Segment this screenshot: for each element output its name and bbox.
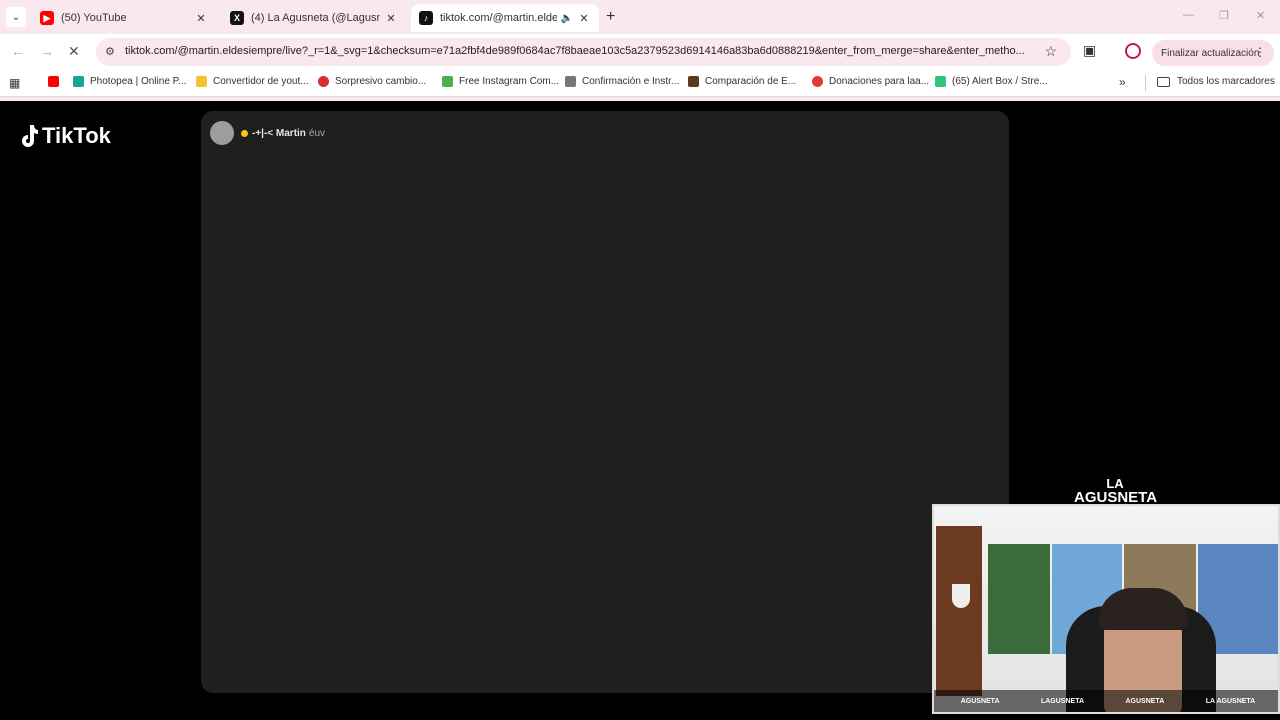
bookmark-label: Free Instagram Com... <box>459 76 560 87</box>
tiktok-logo-text: TikTok <box>42 123 111 148</box>
x-logo-icon: X <box>230 11 244 25</box>
tab-title: (50) YouTube <box>61 12 127 24</box>
stop-loading-icon[interactable]: ✕ <box>68 43 80 60</box>
back-icon[interactable]: ← <box>11 43 25 59</box>
tab-strip: ⌄ ▶ (50) YouTube ✕ X (4) La Agusneta (@L… <box>0 0 1280 34</box>
photopea-icon <box>73 76 84 87</box>
divider <box>1145 75 1146 91</box>
bookmark-free-instagram[interactable]: Free Instagram Com... <box>442 76 559 87</box>
youtube-icon <box>48 76 59 87</box>
bookmark-photopea[interactable]: Photopea | Online P... <box>73 76 186 87</box>
restore-icon[interactable]: ❐ <box>1219 9 1229 22</box>
host-avatar[interactable] <box>210 121 234 145</box>
minimize-icon[interactable]: — <box>1183 9 1194 21</box>
extensions-icon[interactable]: ▣ <box>1083 42 1096 59</box>
live-player[interactable]: -+|-< Martin éuv <box>201 111 1009 693</box>
kick-handle: AGUSNETA <box>1125 697 1165 705</box>
window-close-icon[interactable]: ✕ <box>1256 9 1265 22</box>
close-icon[interactable]: ✕ <box>194 12 208 25</box>
instagram-handle: AGUSNETA <box>960 697 1000 705</box>
tab-title: (4) La Agusneta (@Lagusneta) / <box>251 12 380 24</box>
more-bookmarks-icon[interactable]: » <box>1119 75 1126 89</box>
update-button[interactable]: Finalizar actualización ⋮ <box>1152 40 1274 66</box>
speaker-icon[interactable]: 🔈 <box>561 13 573 24</box>
tiktok-note-icon <box>22 125 38 147</box>
host-info[interactable]: -+|-< Martin éuv <box>210 121 325 145</box>
apps-grid-icon[interactable]: ▦ <box>9 76 20 90</box>
site-icon <box>688 76 699 87</box>
poster-stadium <box>988 544 1050 654</box>
news-icon <box>318 76 329 87</box>
forward-icon[interactable]: → <box>40 43 54 59</box>
bookmark-donaciones[interactable]: Donaciones para laa... <box>812 76 929 87</box>
folder-icon <box>1157 76 1170 87</box>
browser-chrome: ⌄ ▶ (50) YouTube ✕ X (4) La Agusneta (@L… <box>0 0 1280 101</box>
door <box>936 526 982 696</box>
profile-avatar-icon[interactable] <box>1125 43 1141 59</box>
bookmarks-bar: ▦ Photopea | Online P... Convertidor de … <box>0 70 1280 97</box>
site-info-icon[interactable]: ⚙ <box>105 45 115 58</box>
youtube-handle: LA AGUSNETA <box>1205 697 1256 705</box>
social-handles-bar: AGUSNETA LAGUSNETA AGUSNETA LA AGUSNETA <box>934 690 1278 712</box>
bookmark-youtube[interactable] <box>48 76 65 87</box>
webcam-overlay: AGUSNETA LAGUSNETA AGUSNETA LA AGUSNETA <box>932 504 1280 714</box>
url-text[interactable]: tiktok.com/@martin.eldesiempre/live?_r=1… <box>125 45 1037 57</box>
bookmark-label: Confirmación e Instr... <box>582 76 680 87</box>
club-shield <box>952 584 970 608</box>
all-bookmarks-button[interactable]: Todos los marcadores <box>1157 76 1275 87</box>
bookmark-comparacion[interactable]: Comparación de E... <box>688 76 796 87</box>
bookmark-alert-box[interactable]: (65) Alert Box / Stre... <box>935 76 1048 87</box>
c-icon <box>812 76 823 87</box>
update-button-label: Finalizar actualización <box>1161 47 1260 59</box>
status-dot <box>241 129 248 137</box>
w-icon <box>442 76 453 87</box>
folder-icon <box>196 76 207 87</box>
tiktok-logo[interactable]: TikTok <box>18 123 111 149</box>
agusneta-logo: LA AGUSNETA <box>1074 476 1158 530</box>
bookmark-label: Photopea | Online P... <box>90 76 187 87</box>
bookmark-confirmacion[interactable]: Confirmación e Instr... <box>565 76 679 87</box>
bookmark-label: (65) Alert Box / Stre... <box>952 76 1048 87</box>
host-suffix: éuv <box>308 127 326 139</box>
close-icon[interactable]: ✕ <box>577 12 591 25</box>
bookmark-sorpresivo[interactable]: Sorpresivo cambio... <box>318 76 426 87</box>
logo-line-2: AGUSNETA <box>1074 489 1158 506</box>
youtube-icon: ▶ <box>40 11 54 25</box>
bookmark-label: Donaciones para laa... <box>829 76 930 87</box>
menu-dots-icon[interactable]: ⋮ <box>1254 45 1266 59</box>
tab-tiktok[interactable]: ♪ tiktok.com/@martin.eldesie 🔈 ✕ <box>411 4 599 32</box>
bookmark-star-icon[interactable]: ☆ <box>1044 43 1057 60</box>
tab-youtube[interactable]: ▶ (50) YouTube ✕ <box>32 4 216 32</box>
address-bar[interactable]: ⚙ tiktok.com/@martin.eldesiempre/live?_r… <box>96 38 1071 66</box>
tab-x-agusneta[interactable]: X (4) La Agusneta (@Lagusneta) / ✕ <box>222 4 406 32</box>
link-icon <box>565 76 576 87</box>
x-handle: LAGUSNETA <box>1040 697 1085 705</box>
bookmark-label: Convertidor de yout... <box>213 76 309 87</box>
bookmark-convertidor[interactable]: Convertidor de yout... <box>196 76 309 87</box>
tiktok-icon: ♪ <box>419 11 433 25</box>
bookmark-label: Sorpresivo cambio... <box>335 76 427 87</box>
bookmark-label: Comparación de E... <box>705 76 797 87</box>
new-tab-button[interactable]: + <box>606 8 615 26</box>
close-icon[interactable]: ✕ <box>384 12 398 25</box>
host-name: -+|-< Martin <box>252 127 306 139</box>
streamer-hair <box>1098 588 1188 630</box>
tab-search-icon[interactable]: ⌄ <box>6 7 26 27</box>
tab-title: tiktok.com/@martin.eldesie <box>440 12 557 24</box>
streamlabs-icon <box>935 76 946 87</box>
all-bookmarks-label: Todos los marcadores <box>1177 76 1275 87</box>
